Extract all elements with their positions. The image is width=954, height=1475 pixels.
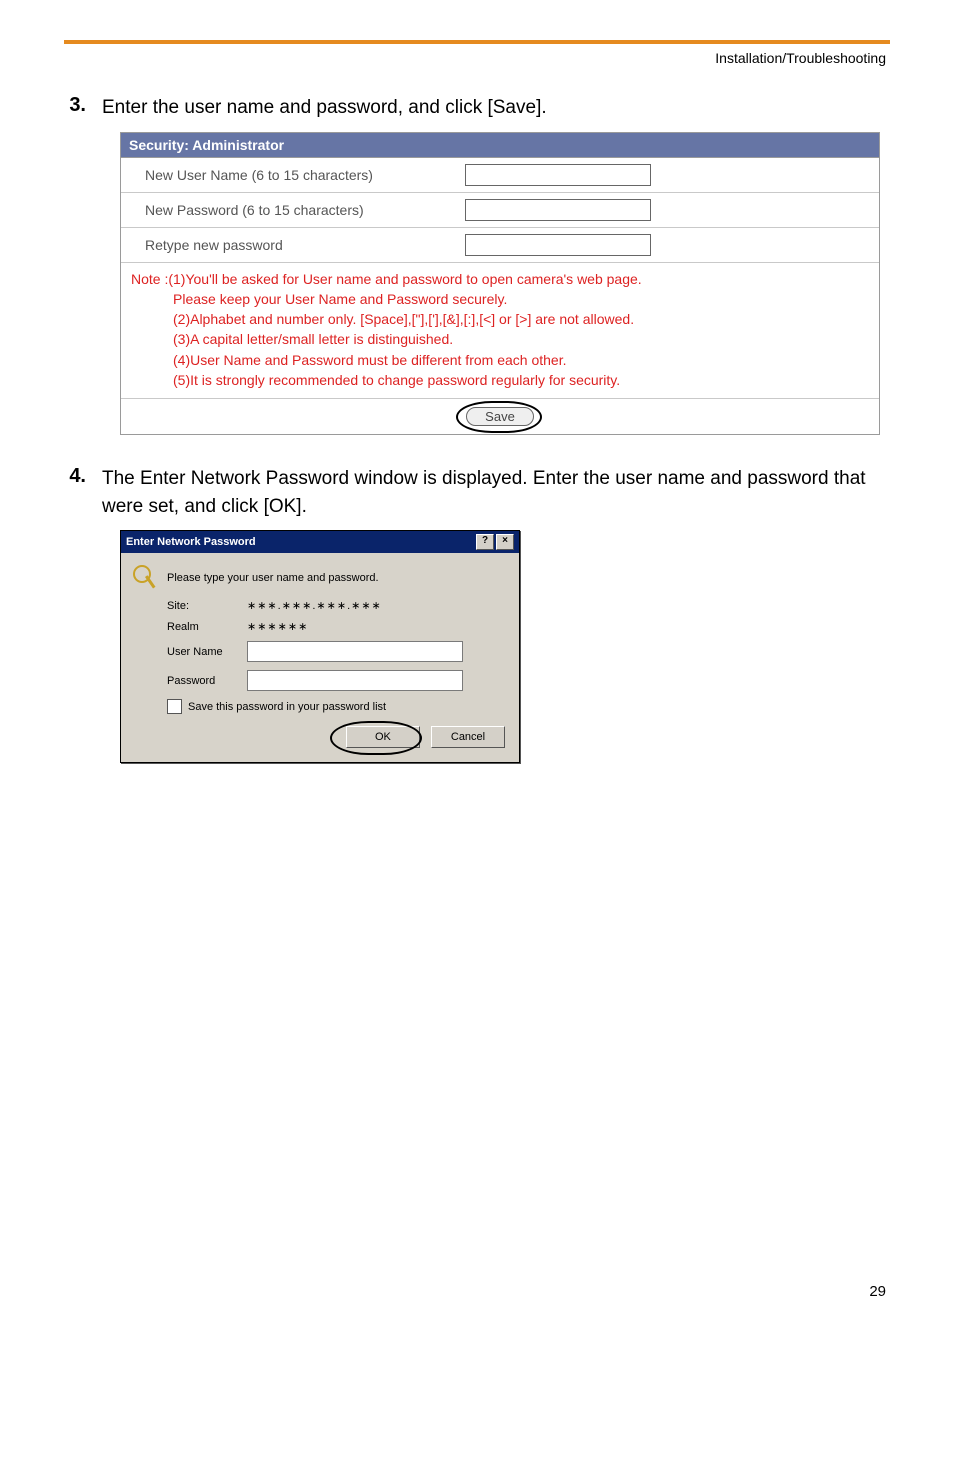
save-password-label: Save this password in your password list [188, 701, 386, 713]
note-prefix: Note : [131, 271, 168, 287]
realm-label: Realm [167, 621, 247, 633]
step-4-text: The Enter Network Password window is dis… [102, 465, 890, 520]
dialog-titlebar: Enter Network Password ? × [121, 531, 519, 553]
note-1b: Please keep your User Name and Password … [131, 289, 869, 309]
save-password-row: Save this password in your password list [133, 699, 507, 714]
security-note: Note :(1)You'll be asked for User name a… [121, 263, 879, 400]
step-4: 4. The Enter Network Password window is … [64, 465, 890, 520]
row-retype-password: Retype new password [121, 228, 879, 263]
security-panel-title: Security: Administrator [121, 133, 879, 158]
cancel-button[interactable]: Cancel [431, 726, 505, 748]
note-3: (3)A capital letter/small letter is dist… [131, 329, 869, 349]
realm-value: ∗∗∗∗∗∗ [247, 620, 308, 633]
header-section: Installation/Troubleshooting [64, 50, 890, 66]
enter-network-password-dialog: Enter Network Password ? × Please type y… [120, 530, 520, 763]
password-label: Password [167, 675, 247, 687]
new-password-label: New Password (6 to 15 characters) [145, 202, 465, 218]
accent-rule [64, 40, 890, 44]
dialog-title-text: Enter Network Password [126, 536, 256, 548]
password-input[interactable] [247, 670, 463, 691]
note-5: (5)It is strongly recommended to change … [131, 370, 869, 390]
new-password-input[interactable] [465, 199, 651, 221]
dialog-prompt: Please type your user name and password. [167, 572, 379, 584]
username-label: User Name [167, 646, 247, 658]
key-icon [133, 565, 167, 591]
note-2: (2)Alphabet and number only. [Space],["]… [131, 309, 869, 329]
step-3-number: 3. [64, 94, 86, 117]
retype-password-input[interactable] [465, 234, 651, 256]
save-password-checkbox[interactable] [167, 699, 182, 714]
ok-button[interactable]: OK [346, 726, 420, 748]
username-row: User Name [133, 641, 507, 662]
retype-password-label: Retype new password [145, 237, 465, 253]
username-input[interactable] [247, 641, 463, 662]
password-row: Password [133, 670, 507, 691]
site-row: Site: ∗∗∗.∗∗∗.∗∗∗.∗∗∗ [133, 599, 507, 612]
row-new-username: New User Name (6 to 15 characters) [121, 158, 879, 193]
dialog-help-button[interactable]: ? [476, 534, 494, 550]
save-button[interactable]: Save [466, 407, 534, 426]
new-username-input[interactable] [465, 164, 651, 186]
step-3-text: Enter the user name and password, and cl… [102, 94, 547, 122]
site-label: Site: [167, 600, 247, 612]
new-username-label: New User Name (6 to 15 characters) [145, 167, 465, 183]
note-4: (4)User Name and Password must be differ… [131, 350, 869, 370]
dialog-close-button[interactable]: × [496, 534, 514, 550]
site-value: ∗∗∗.∗∗∗.∗∗∗.∗∗∗ [247, 599, 382, 612]
note-1: (1)You'll be asked for User name and pas… [168, 271, 641, 287]
security-footer: Save [121, 399, 879, 434]
dialog-body: Please type your user name and password.… [121, 553, 519, 762]
page-number: 29 [64, 1283, 890, 1300]
security-admin-panel: Security: Administrator New User Name (6… [120, 132, 880, 436]
realm-row: Realm ∗∗∗∗∗∗ [133, 620, 507, 633]
step-4-number: 4. [64, 465, 86, 488]
row-new-password: New Password (6 to 15 characters) [121, 193, 879, 228]
dialog-prompt-row: Please type your user name and password. [133, 565, 507, 591]
dialog-button-row: OK Cancel [133, 726, 507, 750]
step-3: 3. Enter the user name and password, and… [64, 94, 890, 122]
